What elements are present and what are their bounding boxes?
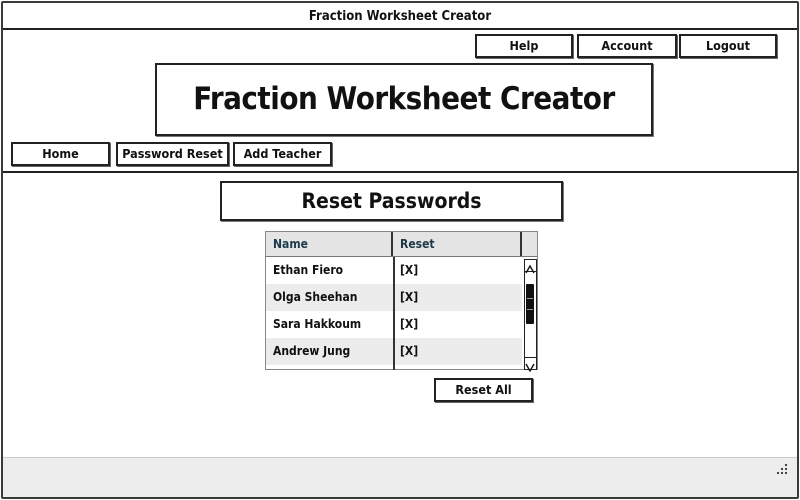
window-title: Fraction Worksheet Creator — [3, 3, 797, 30]
reset-all-button[interactable]: Reset All — [434, 378, 533, 402]
app-window: Fraction Worksheet Creator Help Account … — [1, 1, 799, 499]
reset-cell[interactable]: [X] — [393, 311, 522, 338]
help-button[interactable]: Help — [475, 34, 573, 58]
reset-cell[interactable]: [X] — [393, 284, 522, 311]
status-bar — [3, 457, 797, 497]
table-header: Name Reset — [266, 232, 537, 257]
nav-add-teacher-button[interactable]: Add Teacher — [233, 142, 332, 166]
section-title: Reset Passwords — [220, 181, 563, 221]
app-title-banner: Fraction Worksheet Creator — [155, 63, 653, 136]
account-button[interactable]: Account — [577, 34, 677, 58]
teacher-name-cell: Olga Sheehan — [273, 290, 358, 304]
teacher-name-cell: Sara Hakkoum — [273, 317, 362, 331]
nav-password-reset-button[interactable]: Password Reset — [116, 142, 229, 166]
column-header-name[interactable]: Name — [266, 232, 393, 256]
chevron-down-icon[interactable] — [525, 357, 536, 373]
teacher-name-cell: Ethan Fiero — [273, 263, 344, 277]
logout-button[interactable]: Logout — [679, 34, 777, 58]
reset-cell[interactable]: [X] — [393, 338, 522, 365]
resize-grip-icon[interactable] — [775, 461, 789, 475]
nav-divider — [3, 171, 797, 173]
reset-cell[interactable]: [X] — [393, 257, 522, 284]
reset-passwords-table: Name Reset Ethan Fiero [X] Olga Sheehan … — [265, 231, 538, 373]
nav-home-button[interactable]: Home — [11, 142, 110, 166]
table-scrollbar[interactable] — [524, 259, 537, 373]
scrollbar-thumb[interactable] — [526, 284, 534, 324]
column-header-reset[interactable]: Reset — [393, 232, 522, 256]
teacher-name-cell: Andrew Jung — [273, 344, 351, 358]
column-divider — [393, 257, 395, 370]
chevron-up-icon[interactable] — [525, 260, 536, 274]
